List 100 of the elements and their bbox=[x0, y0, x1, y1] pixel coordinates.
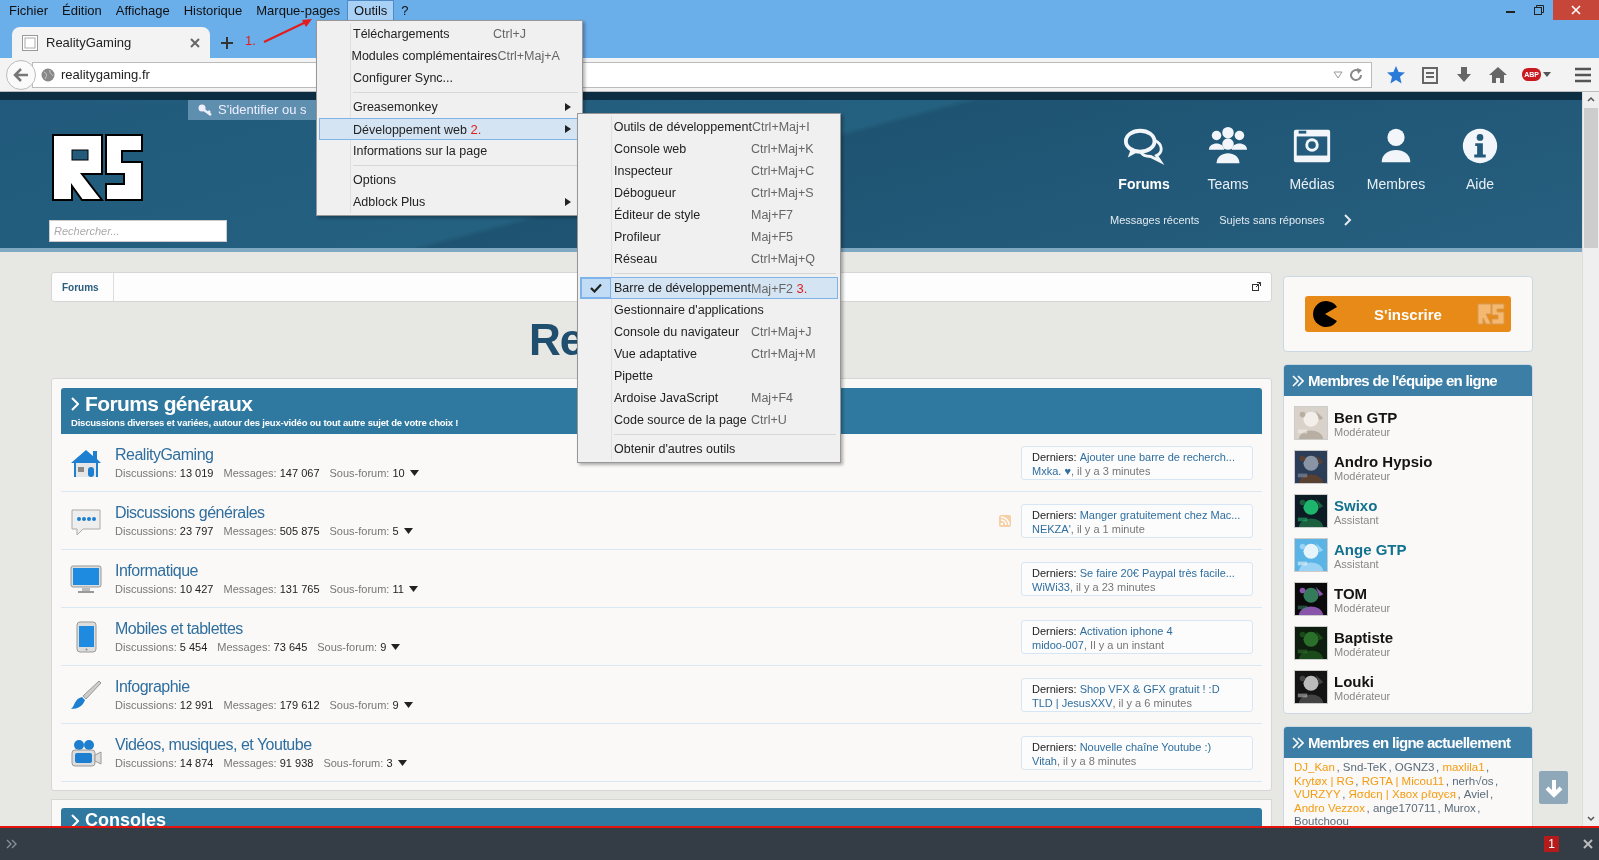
username-link[interactable]: midoo-007 bbox=[1032, 638, 1084, 651]
error-count[interactable]: 1 bbox=[1544, 836, 1559, 852]
menu-item[interactable]: Éditeur de style Maj+F7 bbox=[580, 204, 838, 226]
menu-item[interactable]: Débogueur Ctrl+Maj+S bbox=[580, 182, 838, 204]
menu-item[interactable]: Développement web 2. bbox=[319, 118, 580, 140]
last-post-link[interactable]: Shop VFX & GFX gratuit ! :D bbox=[1079, 682, 1220, 695]
menu-item[interactable]: Réseau Ctrl+Maj+Q bbox=[580, 248, 838, 270]
clipboard-icon[interactable] bbox=[1420, 64, 1441, 85]
menu-item[interactable]: Marque-pages bbox=[249, 0, 348, 21]
username-link[interactable]: Mxka. ♥ bbox=[1032, 464, 1071, 477]
browser-tab[interactable]: RealityGaming bbox=[12, 27, 210, 58]
member-name[interactable]: Louki bbox=[1334, 672, 1391, 690]
menu-item[interactable]: Téléchargements Ctrl+J bbox=[319, 23, 580, 45]
last-post-link[interactable]: Se faire 20€ Paypal très facile... bbox=[1079, 566, 1235, 579]
forum-title[interactable]: Informatique bbox=[115, 562, 198, 580]
menu-item[interactable]: Inspecteur Ctrl+Maj+C bbox=[580, 160, 838, 182]
menu-item[interactable]: Édition bbox=[55, 0, 109, 21]
menu-item[interactable]: Ardoise JavaScript Maj+F4 bbox=[580, 387, 838, 409]
nav-tab[interactable]: Teams bbox=[1186, 126, 1270, 192]
caret-icon[interactable] bbox=[403, 702, 413, 708]
star-icon[interactable] bbox=[1386, 64, 1407, 85]
caret-icon[interactable] bbox=[397, 760, 407, 766]
nav-tab[interactable]: Membres bbox=[1354, 126, 1438, 192]
menu-item[interactable]: Barre de développementMaj+F2 3. bbox=[580, 277, 838, 299]
menu-item[interactable]: Profileur Maj+F5 bbox=[580, 226, 838, 248]
separator: , bbox=[1355, 774, 1359, 787]
last-post-link[interactable]: Activation iphone 4 bbox=[1079, 624, 1173, 637]
breadcrumb-link[interactable]: Forums bbox=[52, 273, 114, 301]
username-link[interactable]: Boutchoou bbox=[1294, 815, 1349, 826]
member-name[interactable]: Ange GTP bbox=[1334, 540, 1407, 558]
last-post-link[interactable]: Ajouter une barre de recherch... bbox=[1079, 450, 1235, 463]
menu-item[interactable]: ? bbox=[394, 0, 416, 21]
forum-stat: Sous-forum: 3 bbox=[323, 757, 393, 769]
username-link[interactable]: nerh√os bbox=[1452, 774, 1494, 787]
forum-stat: Sous-forum: 9 bbox=[329, 699, 399, 711]
close-icon[interactable] bbox=[1583, 839, 1593, 849]
menu-item[interactable]: Pipette bbox=[580, 365, 838, 387]
menu-item[interactable]: Affichage bbox=[108, 0, 177, 21]
last-post-link[interactable]: Nouvelle chaîne Youtube :) bbox=[1079, 740, 1212, 753]
category-title[interactable]: Forums généraux bbox=[85, 392, 253, 416]
reload-icon[interactable] bbox=[1349, 67, 1364, 82]
back-button[interactable] bbox=[6, 59, 36, 90]
forum-title[interactable]: Infographie bbox=[115, 678, 190, 696]
menu-item[interactable]: Gestionnaire d'applications bbox=[580, 299, 838, 321]
menu-item[interactable]: Configurer Sync... bbox=[319, 67, 580, 89]
nav-tab[interactable]: Médias bbox=[1270, 126, 1354, 192]
subnav-link[interactable]: Sujets sans réponses bbox=[1219, 214, 1325, 226]
nav-tab[interactable]: Aide bbox=[1438, 126, 1522, 192]
caret-icon[interactable] bbox=[1543, 71, 1551, 78]
search-field[interactable]: Rechercher... bbox=[49, 220, 227, 242]
scrollbar-thumb[interactable] bbox=[1584, 108, 1598, 248]
username-link[interactable]: Aviel bbox=[1463, 788, 1489, 800]
prompt-icon[interactable] bbox=[6, 839, 18, 849]
forum-stat: Messages: 131 765 bbox=[223, 583, 320, 595]
last-post-link[interactable]: Manger gratuitement chez Mac... bbox=[1079, 508, 1241, 521]
username-link[interactable]: OGNZ3 bbox=[1394, 761, 1435, 773]
forum-title[interactable]: Vidéos, musiques, et Youtube bbox=[115, 736, 312, 754]
member-name[interactable]: Andro Hypsio bbox=[1334, 452, 1433, 470]
scrollbar[interactable] bbox=[1582, 92, 1599, 826]
menu-item[interactable]: Options bbox=[319, 169, 580, 191]
nav-tab[interactable]: Forums bbox=[1102, 126, 1186, 192]
external-link-icon[interactable] bbox=[1252, 282, 1261, 291]
member-name[interactable]: TOM bbox=[1334, 584, 1391, 602]
separator: , bbox=[1486, 761, 1490, 773]
username-link[interactable]: TLD | JesusXXV bbox=[1032, 696, 1113, 709]
menu-item[interactable]: Console du navigateur Ctrl+Maj+J bbox=[580, 321, 838, 343]
plus-icon[interactable] bbox=[220, 36, 234, 50]
home-icon[interactable] bbox=[1488, 64, 1509, 85]
member-name[interactable]: Ben GTP bbox=[1334, 408, 1398, 426]
menu-item[interactable]: Informations sur la page bbox=[319, 140, 580, 162]
member-name[interactable]: Baptiste bbox=[1334, 628, 1394, 646]
menu-item[interactable]: Fichier bbox=[2, 0, 55, 21]
caret-icon[interactable] bbox=[391, 644, 401, 650]
menu-item[interactable]: Obtenir d'autres outils bbox=[580, 438, 838, 460]
caret-icon[interactable] bbox=[408, 586, 418, 592]
caret-icon[interactable] bbox=[403, 528, 413, 534]
menu-item[interactable]: Vue adaptative Ctrl+Maj+M bbox=[580, 343, 838, 365]
menu-item[interactable]: Outils de développementCtrl+Maj+I bbox=[580, 116, 838, 138]
menu-item[interactable]: Outils bbox=[347, 0, 395, 21]
menu-item[interactable]: Code source de la page Ctrl+U bbox=[580, 409, 838, 431]
username-link[interactable]: Vitah bbox=[1032, 754, 1057, 767]
username-link[interactable]: NEKZA' bbox=[1032, 522, 1071, 535]
forum-title[interactable]: RealityGaming bbox=[115, 446, 214, 464]
chevron-right-icon[interactable] bbox=[1344, 214, 1353, 226]
forum-title[interactable]: Mobiles et tablettes bbox=[115, 620, 243, 638]
subnav-link[interactable]: Messages récents bbox=[1110, 214, 1200, 226]
separator: , bbox=[1495, 774, 1499, 787]
username-link[interactable]: ange170711 bbox=[1372, 801, 1436, 814]
close-icon[interactable] bbox=[190, 37, 200, 48]
menu-item[interactable]: Console web Ctrl+Maj+K bbox=[580, 138, 838, 160]
username-link[interactable]: Snd-TeK bbox=[1342, 761, 1387, 773]
menu-item[interactable]: Greasemonkey bbox=[319, 96, 580, 118]
username-link[interactable]: WiWi33 bbox=[1032, 580, 1070, 593]
category-title[interactable]: Consoles bbox=[85, 810, 167, 826]
forum-title[interactable]: Discussions générales bbox=[115, 504, 265, 522]
menu-item[interactable]: Adblock Plus bbox=[319, 191, 580, 213]
menu-item[interactable]: Historique bbox=[176, 0, 250, 21]
username-link[interactable]: Murox bbox=[1443, 801, 1476, 814]
caret-icon[interactable] bbox=[409, 470, 419, 476]
member-name[interactable]: Swixo bbox=[1334, 496, 1379, 514]
